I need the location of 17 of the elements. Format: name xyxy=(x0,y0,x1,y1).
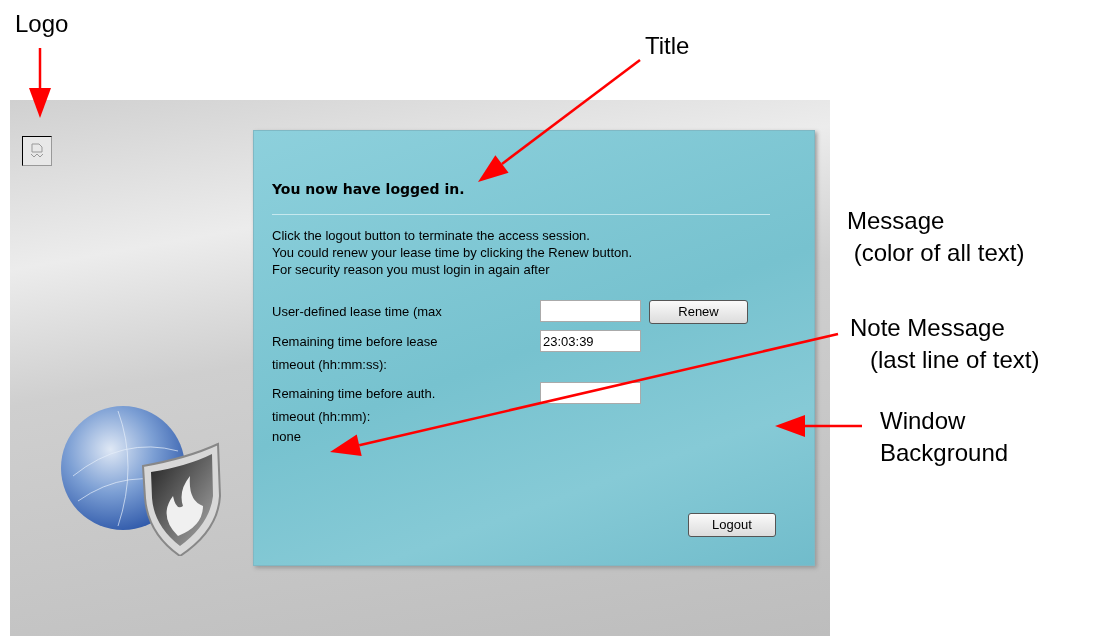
message-text: Click the logout button to terminate the access session. You could renew your lease time by clicking the Renew button. For security reason you must login in again after xyxy=(272,227,634,278)
panel-title: You now have logged in. xyxy=(272,180,466,199)
callout-label: Window Background xyxy=(880,406,1009,468)
time-field[interactable]: 23:03:39 xyxy=(540,330,641,352)
callout-arrow xyxy=(29,48,51,118)
note-text: none xyxy=(272,428,302,445)
field-label: User-defined lease time (max xyxy=(272,303,443,321)
callout-label: Note Message (last line of text) xyxy=(850,313,1040,375)
callout-label: Logo xyxy=(15,9,69,39)
field-label: Remaining time before lease timeout (hh:mm:ss): xyxy=(272,333,439,374)
logo-icon xyxy=(22,136,52,166)
logout-button[interactable]: Logout xyxy=(688,513,776,537)
field-label: Remaining time before auth. timeout (hh:mm): xyxy=(272,385,437,426)
callout-label: Message (color of all text) xyxy=(847,206,1025,268)
time-field[interactable] xyxy=(540,300,641,322)
renew-button[interactable]: Renew xyxy=(649,300,748,324)
callout-label: Title xyxy=(645,31,690,61)
